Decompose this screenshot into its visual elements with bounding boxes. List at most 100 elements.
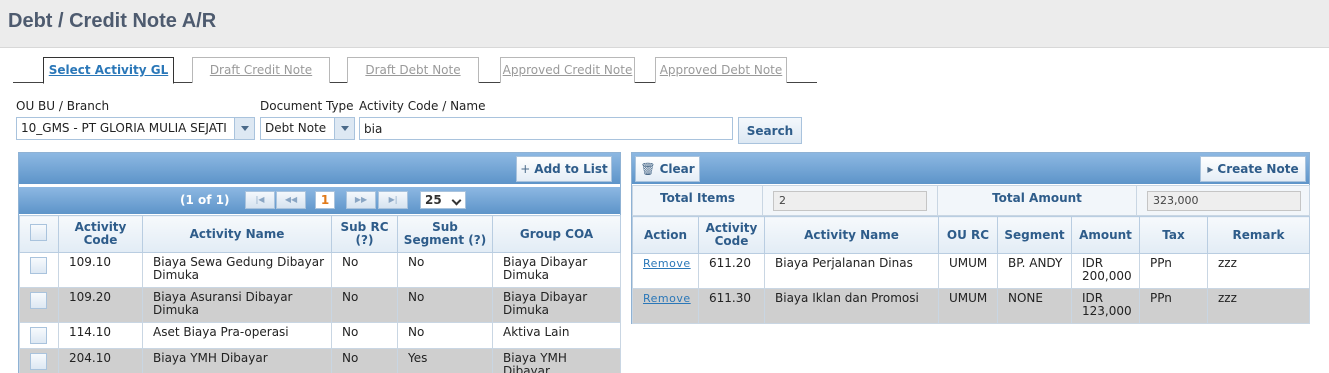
summary-table: Total Items 2 Total Amount 323,000 bbox=[632, 185, 1310, 216]
remove-link[interactable]: Remove bbox=[643, 292, 691, 305]
chevron-down-icon[interactable] bbox=[234, 118, 254, 139]
action-cell: Remove bbox=[632, 253, 699, 289]
activity-name-cell: Biaya YMH Dibayar bbox=[142, 348, 332, 373]
prev-page-icon[interactable]: ◀◀ bbox=[276, 191, 306, 209]
ou-rc-cell: UMUM bbox=[938, 288, 998, 324]
note-items-table: Action Activity Code Activity Name OU RC… bbox=[632, 216, 1310, 324]
activity-code-cell: 204.10 bbox=[58, 348, 143, 373]
tab-approved-credit-note[interactable]: Approved Credit Note bbox=[500, 57, 635, 83]
row-checkbox-cell bbox=[19, 348, 59, 373]
add-to-list-button[interactable]: + Add to List bbox=[516, 156, 612, 182]
table-row: Remove 611.20 Biaya Perjalanan Dinas UMU… bbox=[632, 253, 1310, 289]
row-checkbox[interactable] bbox=[30, 292, 47, 309]
ou-select[interactable]: 10_GMS - PT GLORIA MULIA SEJATI bbox=[16, 117, 255, 140]
column-header: Amount bbox=[1071, 216, 1140, 254]
activity-code-cell: 611.30 bbox=[698, 288, 765, 324]
tab-approved-debt-note[interactable]: Approved Debt Note bbox=[655, 57, 787, 83]
sub-segment-cell: No bbox=[397, 287, 493, 323]
group-coa-cell: Aktiva Lain bbox=[492, 322, 621, 349]
table-row[interactable]: 109.20 Biaya Asuransi Dibayar Dimuka No … bbox=[19, 287, 621, 323]
column-header: OU RC bbox=[938, 216, 998, 254]
ou-select-value: 10_GMS - PT GLORIA MULIA SEJATI bbox=[21, 121, 227, 135]
summary-row: Total Items 2 Total Amount 323,000 bbox=[632, 185, 1310, 216]
row-checkbox[interactable] bbox=[30, 257, 47, 274]
add-to-list-label: Add to List bbox=[534, 162, 608, 176]
group-coa-cell: Biaya YMH Dibayar bbox=[492, 348, 621, 373]
column-header: Sub RC (?) bbox=[331, 215, 398, 253]
activity-code-cell: 611.20 bbox=[698, 253, 765, 289]
select-all-checkbox[interactable] bbox=[29, 224, 47, 241]
page-header: Debt / Credit Note A/R bbox=[0, 0, 1329, 48]
remark-cell: zzz bbox=[1207, 253, 1310, 289]
column-header: Group COA bbox=[492, 215, 621, 253]
column-header: Activity Code bbox=[698, 216, 765, 254]
select-all-header bbox=[19, 215, 59, 253]
sub-rc-cell: No bbox=[331, 252, 398, 288]
group-coa-cell: Biaya Dibayar Dimuka bbox=[492, 287, 621, 323]
activity-name-cell: Biaya Iklan dan Promosi bbox=[764, 288, 939, 324]
create-note-button[interactable]: ▸ Create Note bbox=[1200, 156, 1306, 182]
current-page-number[interactable]: 1 bbox=[315, 191, 335, 209]
sub-rc-cell: No bbox=[331, 287, 398, 323]
doctype-label: Document Type bbox=[260, 99, 354, 113]
activity-code-cell: 109.10 bbox=[58, 252, 143, 288]
doctype-select[interactable]: Debt Note bbox=[260, 117, 355, 140]
total-items-value: 2 bbox=[773, 191, 927, 211]
page-title: Debt / Credit Note A/R bbox=[8, 10, 217, 32]
total-items-label: Total Items bbox=[632, 185, 763, 216]
total-items-cell: 2 bbox=[762, 185, 938, 216]
activity-code-cell: 109.20 bbox=[58, 287, 143, 323]
plus-icon: + bbox=[520, 162, 531, 176]
tax-cell: PPn bbox=[1139, 288, 1208, 324]
doctype-select-value: Debt Note bbox=[265, 121, 327, 135]
table-row: Remove 611.30 Biaya Iklan dan Promosi UM… bbox=[632, 288, 1310, 324]
segment-cell: NONE bbox=[997, 288, 1072, 324]
table-row[interactable]: 204.10 Biaya YMH Dibayar No Yes Biaya YM… bbox=[19, 348, 621, 373]
row-checkbox-cell bbox=[19, 322, 59, 349]
activity-name-cell: Biaya Perjalanan Dinas bbox=[764, 253, 939, 289]
amount-cell: IDR 123,000 bbox=[1071, 288, 1140, 324]
total-amount-cell: 323,000 bbox=[1136, 185, 1310, 216]
row-checkbox[interactable] bbox=[30, 327, 47, 344]
column-header: Activity Name bbox=[764, 216, 939, 254]
column-header: Sub Segment (?) bbox=[397, 215, 493, 253]
activity-name-cell: Aset Biaya Pra-operasi bbox=[142, 322, 332, 349]
total-amount-value: 323,000 bbox=[1147, 191, 1301, 211]
activity-search-input[interactable] bbox=[359, 117, 733, 140]
column-header: Segment bbox=[997, 216, 1072, 254]
remark-cell: zzz bbox=[1207, 288, 1310, 324]
row-checkbox-cell bbox=[19, 252, 59, 288]
column-header: Activity Code bbox=[58, 215, 143, 253]
trash-icon: 🗑 bbox=[640, 162, 656, 176]
sub-segment-cell: Yes bbox=[397, 348, 493, 373]
clear-label: Clear bbox=[659, 162, 695, 176]
tab-draft-credit-note[interactable]: Draft Credit Note bbox=[192, 57, 330, 83]
last-page-icon[interactable]: ▶| bbox=[378, 191, 408, 209]
chevron-down-icon[interactable] bbox=[334, 118, 354, 139]
tab-draft-debt-note[interactable]: Draft Debt Note bbox=[347, 57, 479, 83]
create-note-label: Create Note bbox=[1217, 162, 1299, 176]
first-page-icon[interactable]: |◀ bbox=[245, 191, 275, 209]
next-page-icon[interactable]: ▶▶ bbox=[346, 191, 376, 209]
remove-link[interactable]: Remove bbox=[643, 257, 691, 270]
action-cell: Remove bbox=[632, 288, 699, 324]
column-header: Tax bbox=[1139, 216, 1208, 254]
sub-segment-cell: No bbox=[397, 252, 493, 288]
column-header: Remark bbox=[1207, 216, 1310, 254]
table-header-row: Activity Code Activity Name Sub RC (?) S… bbox=[19, 215, 621, 253]
table-header-row: Action Activity Code Activity Name OU RC… bbox=[632, 216, 1310, 254]
total-amount-label: Total Amount bbox=[937, 185, 1137, 216]
row-checkbox[interactable] bbox=[30, 353, 47, 370]
tab-select-activity-gl[interactable]: Select Activity GL bbox=[43, 57, 174, 84]
column-header: Action bbox=[632, 216, 699, 254]
clear-button[interactable]: 🗑 Clear bbox=[635, 156, 700, 182]
search-button[interactable]: Search bbox=[738, 117, 802, 144]
activity-table: Activity Code Activity Name Sub RC (?) S… bbox=[19, 215, 621, 373]
activity-name-cell: Biaya Asuransi Dibayar Dimuka bbox=[142, 287, 332, 323]
table-row[interactable]: 114.10 Aset Biaya Pra-operasi No No Akti… bbox=[19, 322, 621, 349]
sub-segment-cell: No bbox=[397, 322, 493, 349]
page-size-select[interactable]: 25 bbox=[420, 191, 466, 209]
pager-status: (1 of 1) bbox=[180, 193, 230, 207]
tax-cell: PPn bbox=[1139, 253, 1208, 289]
table-row[interactable]: 109.10 Biaya Sewa Gedung Dibayar Dimuka … bbox=[19, 252, 621, 288]
